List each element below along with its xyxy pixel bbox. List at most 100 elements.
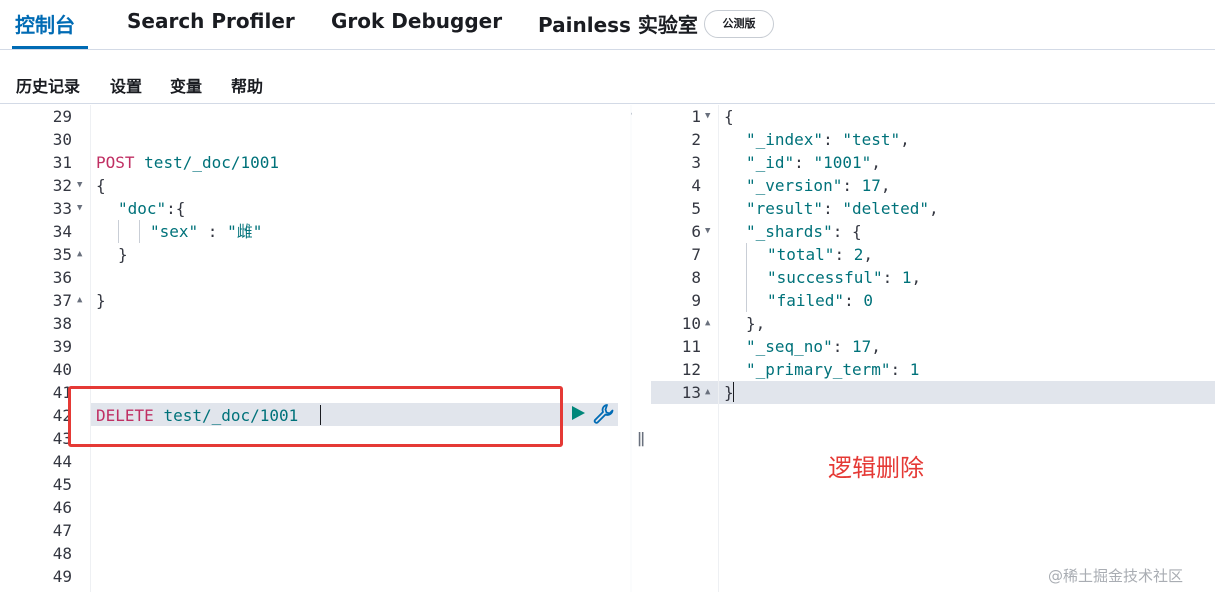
resp-line-5: "result": "deleted", bbox=[746, 199, 939, 218]
resp-line-8: "successful": 1, bbox=[767, 268, 922, 287]
fold-toggle-icon[interactable]: ▼ bbox=[77, 174, 82, 197]
code-line-32: { bbox=[96, 176, 106, 195]
menu-variables[interactable]: 变量 bbox=[170, 73, 202, 97]
line-number: 44 bbox=[52, 452, 72, 471]
active-line-highlight bbox=[651, 381, 1215, 404]
gutter-divider bbox=[718, 105, 719, 592]
request-gutter: 29 30 31 32 33 34 35 36 37 38 39 40 41 4… bbox=[12, 105, 90, 592]
resp-line-12: "_primary_term": 1 bbox=[746, 360, 920, 379]
line-number: 33 bbox=[52, 199, 72, 218]
menu-history[interactable]: 历史记录 bbox=[16, 73, 80, 97]
indent-guide bbox=[139, 220, 140, 243]
line-number: 10 bbox=[681, 314, 701, 333]
wrench-icon[interactable] bbox=[592, 402, 616, 424]
line-number: 3 bbox=[691, 153, 701, 172]
json-value: 0 bbox=[863, 291, 873, 310]
code-line-34: "sex" : "雌" bbox=[150, 220, 262, 243]
line-number: 46 bbox=[52, 498, 72, 517]
text-caret bbox=[320, 405, 321, 425]
line-number: 9 bbox=[691, 291, 701, 310]
resp-line-10: }, bbox=[746, 314, 766, 333]
fold-toggle-icon[interactable]: ▼ bbox=[705, 105, 710, 128]
menu-settings[interactable]: 设置 bbox=[110, 73, 142, 97]
line-number: 41 bbox=[52, 383, 72, 402]
line-number: 6 bbox=[691, 222, 701, 241]
tab-grok-debugger[interactable]: Grok Debugger bbox=[331, 9, 502, 33]
line-number: 39 bbox=[52, 337, 72, 356]
resp-line-6: "_shards": { bbox=[746, 220, 862, 243]
line-number: 45 bbox=[52, 475, 72, 494]
line-number: 31 bbox=[52, 153, 72, 172]
fold-toggle-icon[interactable]: ▼ bbox=[705, 220, 710, 243]
json-key: "_seq_no" bbox=[746, 337, 833, 356]
line-number: 48 bbox=[52, 544, 72, 563]
resp-line-4: "_version": 17, bbox=[746, 176, 891, 195]
line-number: 11 bbox=[681, 337, 701, 356]
top-tab-bar: 控制台 Search Profiler Grok Debugger Painle… bbox=[0, 0, 1215, 50]
line-number: 40 bbox=[52, 360, 72, 379]
tab-console[interactable]: 控制台 bbox=[15, 9, 75, 38]
line-number: 38 bbox=[52, 314, 72, 333]
line-number: 2 bbox=[691, 130, 701, 149]
beta-badge: 公测版 bbox=[704, 10, 774, 38]
line-number: 37 bbox=[52, 291, 72, 310]
http-method: DELETE bbox=[96, 406, 154, 425]
json-key: "failed" bbox=[767, 291, 845, 310]
json-key: "_primary_term" bbox=[746, 360, 891, 379]
line-number: 36 bbox=[52, 268, 72, 287]
json-key: "_version" bbox=[746, 176, 843, 195]
json-key: "doc" bbox=[118, 199, 167, 218]
request-url: test/_doc/1001 bbox=[144, 153, 280, 172]
fold-toggle-icon[interactable]: ▼ bbox=[77, 197, 82, 220]
line-number: 5 bbox=[691, 199, 701, 218]
code-line-42: DELETE test/_doc/1001 bbox=[96, 404, 298, 427]
json-value: "1001" bbox=[813, 153, 872, 172]
json-punctuation: : bbox=[198, 222, 228, 241]
resp-line-2: "_index": "test", bbox=[746, 130, 910, 149]
json-value: 2 bbox=[853, 245, 864, 264]
json-key: "total" bbox=[767, 245, 835, 264]
line-number: 8 bbox=[691, 268, 701, 287]
line-number: 30 bbox=[52, 130, 72, 149]
drag-handle-icon[interactable]: || bbox=[637, 431, 645, 447]
active-tab-indicator bbox=[12, 46, 88, 49]
pane-resizer[interactable] bbox=[632, 105, 650, 592]
fold-end-icon: ▲ bbox=[705, 318, 711, 328]
menu-help[interactable]: 帮助 bbox=[231, 73, 263, 97]
json-value: 1 bbox=[901, 268, 912, 287]
resp-line-9: "failed": 0 bbox=[767, 291, 873, 310]
code-line-33: "doc":{ bbox=[118, 197, 185, 220]
json-key: "result" bbox=[746, 199, 824, 218]
indent-guide bbox=[746, 243, 747, 312]
annotation-label: 逻辑删除 bbox=[828, 454, 924, 482]
http-method: POST bbox=[96, 153, 135, 172]
json-value: 17 bbox=[851, 337, 872, 356]
resp-line-11: "_seq_no": 17, bbox=[746, 337, 881, 356]
json-value: 17 bbox=[861, 176, 881, 195]
json-punctuation: : { bbox=[832, 222, 862, 241]
json-value: "test" bbox=[842, 130, 901, 149]
line-number: 7 bbox=[691, 245, 701, 264]
request-editor[interactable]: 29 30 31 32 33 34 35 36 37 38 39 40 41 4… bbox=[12, 105, 632, 592]
line-number: 13 bbox=[681, 383, 701, 402]
json-key: "_id" bbox=[746, 153, 795, 172]
response-gutter: 1 2 3 4 5 6 7 8 9 10 11 12 13 ▼ ▼ ▲ ▲ bbox=[651, 105, 718, 592]
json-key: "_shards" bbox=[746, 222, 833, 241]
resp-line-3: "_id": "1001", bbox=[746, 153, 881, 172]
line-number: 34 bbox=[52, 222, 72, 241]
line-number: 42 bbox=[52, 406, 72, 425]
code-line-37: } bbox=[96, 291, 106, 310]
json-key: "successful" bbox=[767, 268, 883, 287]
tab-painless-lab[interactable]: Painless 实验室 bbox=[538, 9, 698, 38]
json-key: "_index" bbox=[746, 130, 824, 149]
indent-guide bbox=[118, 220, 119, 243]
response-viewer[interactable]: 1 2 3 4 5 6 7 8 9 10 11 12 13 ▼ ▼ ▲ ▲ { … bbox=[651, 105, 1215, 592]
text-caret bbox=[733, 382, 734, 402]
request-url: test/_doc/1001 bbox=[163, 406, 299, 425]
code-line-31: POST test/_doc/1001 bbox=[96, 151, 279, 174]
tab-search-profiler[interactable]: Search Profiler bbox=[127, 9, 295, 33]
fold-end-icon: ▲ bbox=[77, 295, 83, 305]
fold-end-icon: ▲ bbox=[77, 249, 83, 259]
play-icon[interactable] bbox=[570, 405, 586, 421]
code-line-35: } bbox=[118, 245, 128, 264]
